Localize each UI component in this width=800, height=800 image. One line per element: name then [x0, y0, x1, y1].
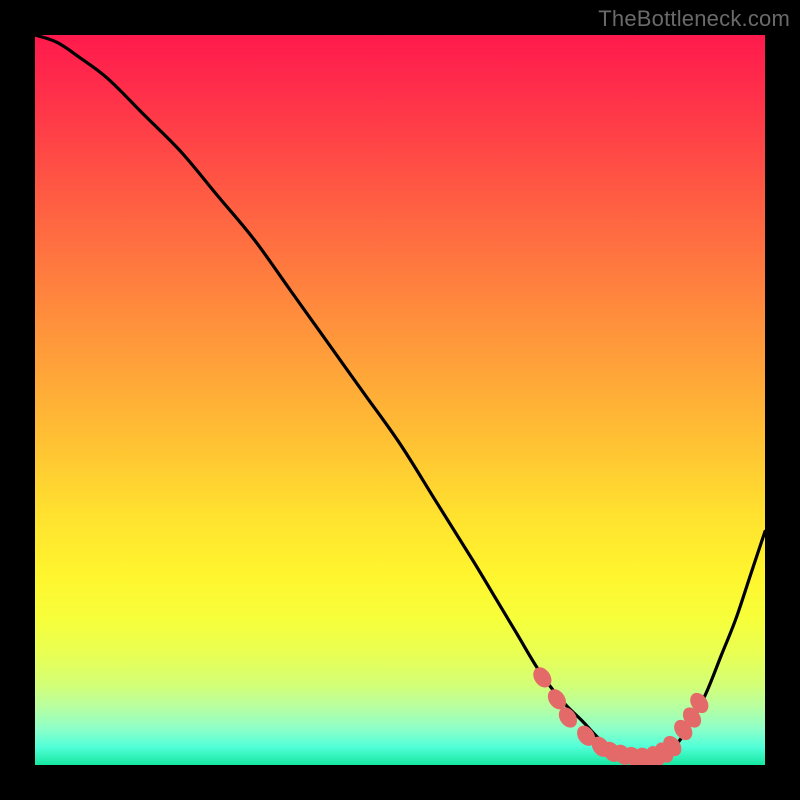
chart-frame: TheBottleneck.com [0, 0, 800, 800]
curve-markers [529, 664, 712, 765]
watermark-text: TheBottleneck.com [598, 6, 790, 32]
plot-area [35, 35, 765, 765]
bottleneck-curve [35, 35, 765, 758]
curve-layer [35, 35, 765, 765]
